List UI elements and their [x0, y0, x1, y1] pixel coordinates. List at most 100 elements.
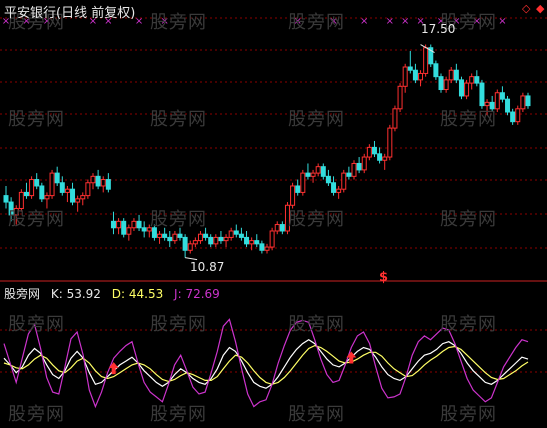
candle-body [192, 240, 198, 245]
candle-body [136, 220, 142, 229]
sell-marker: × [135, 16, 143, 27]
candle-body [525, 95, 531, 107]
d-value-label: D: 44.53 [111, 287, 164, 301]
candle-body [520, 95, 526, 110]
candle-body [315, 166, 321, 174]
dot-icon[interactable]: ◆ [536, 2, 544, 15]
candle-body [366, 146, 372, 158]
watermark: 股旁网 [288, 12, 345, 33]
watermark: 股旁网 [8, 109, 65, 130]
candle-body [3, 195, 9, 203]
candle-body [351, 162, 357, 177]
candle-body [295, 185, 301, 193]
candle-body [162, 233, 168, 238]
diamond-icon[interactable]: ◇ [522, 2, 530, 15]
candle-body [397, 85, 403, 110]
candle-body [223, 236, 229, 242]
candle-body [70, 188, 76, 203]
candle-body [418, 72, 424, 81]
candle-body [131, 220, 137, 229]
watermark: 股旁网 [288, 109, 345, 130]
candle-body [377, 153, 383, 161]
candle-body [510, 111, 516, 123]
candle-body [336, 188, 342, 193]
candle-body [341, 172, 347, 190]
candle-body [499, 92, 505, 100]
watermark: 股旁网 [8, 404, 65, 425]
candle-body [356, 162, 362, 171]
candle-body [423, 47, 429, 74]
watermark: 股旁网 [440, 404, 497, 425]
candle-body [320, 166, 326, 177]
candle-body [453, 69, 459, 81]
candle-body [116, 220, 122, 229]
sell-marker: × [401, 16, 409, 27]
candle-body [100, 179, 106, 187]
candle-body [121, 220, 127, 235]
candle-body [85, 182, 91, 197]
candle-body [474, 76, 480, 84]
candle-body [325, 175, 331, 184]
candle-body [203, 233, 209, 238]
candle-body [479, 82, 485, 107]
watermark: 股旁网 [440, 109, 497, 130]
watermark: 股旁网 [150, 109, 207, 130]
watermark: 股旁网 [440, 314, 497, 335]
candle-body [254, 240, 260, 245]
candle-body [23, 191, 29, 197]
sell-marker: × [386, 16, 394, 27]
candle-body [182, 236, 188, 251]
candle-body [331, 182, 337, 193]
candle-body [187, 243, 193, 251]
candle-body [233, 230, 239, 235]
candle-body [505, 98, 511, 113]
watermark: 股旁网 [150, 12, 207, 33]
candle-body [433, 63, 439, 78]
candle-body [59, 182, 65, 193]
candle-body [90, 175, 96, 184]
candle-body [80, 195, 86, 200]
candle-body [279, 224, 285, 232]
watermark: 股旁网 [288, 404, 345, 425]
candle-body [141, 227, 147, 232]
candle-body [300, 172, 306, 193]
candle-body [105, 179, 111, 190]
candle-body [382, 156, 388, 161]
watermark: 股旁网 [288, 314, 345, 335]
candle-body [458, 79, 464, 97]
candle-body [29, 179, 35, 197]
candle-body [310, 172, 316, 177]
candle-body [167, 236, 173, 242]
candle-body [392, 108, 398, 129]
candle-body [213, 236, 219, 245]
candle-body [274, 224, 280, 232]
candle-body [64, 188, 70, 193]
candle-body [259, 243, 265, 251]
indicator-legend: 股旁网 K: 53.92 D: 44.53 J: 72.69 [4, 285, 227, 302]
watermark: 股旁网 [8, 314, 65, 335]
indicator-name: 股旁网 [4, 287, 41, 301]
candle-body [218, 236, 224, 242]
candle-body [387, 127, 393, 158]
candle-body [438, 76, 444, 91]
candle-body [448, 69, 454, 81]
watermark: 股旁网 [150, 209, 207, 230]
candle-body [464, 82, 470, 97]
candle-body [244, 236, 250, 245]
chart-title: 平安银行(日线 前复权) [4, 6, 136, 21]
watermark: 股旁网 [440, 209, 497, 230]
candle-body [110, 220, 116, 229]
candle-body [54, 172, 60, 184]
candle-body [371, 146, 377, 155]
candle-body [75, 198, 81, 203]
k-value-label: K: 53.92 [50, 287, 101, 301]
watermark: 股旁网 [288, 209, 345, 230]
candle-body [305, 172, 311, 177]
candle-body [515, 108, 521, 123]
candle-body [177, 233, 183, 238]
candle-body [290, 185, 296, 206]
candle-body [443, 79, 449, 91]
candle-body [249, 240, 255, 245]
candle-body [407, 66, 413, 71]
candle-body [228, 230, 234, 238]
